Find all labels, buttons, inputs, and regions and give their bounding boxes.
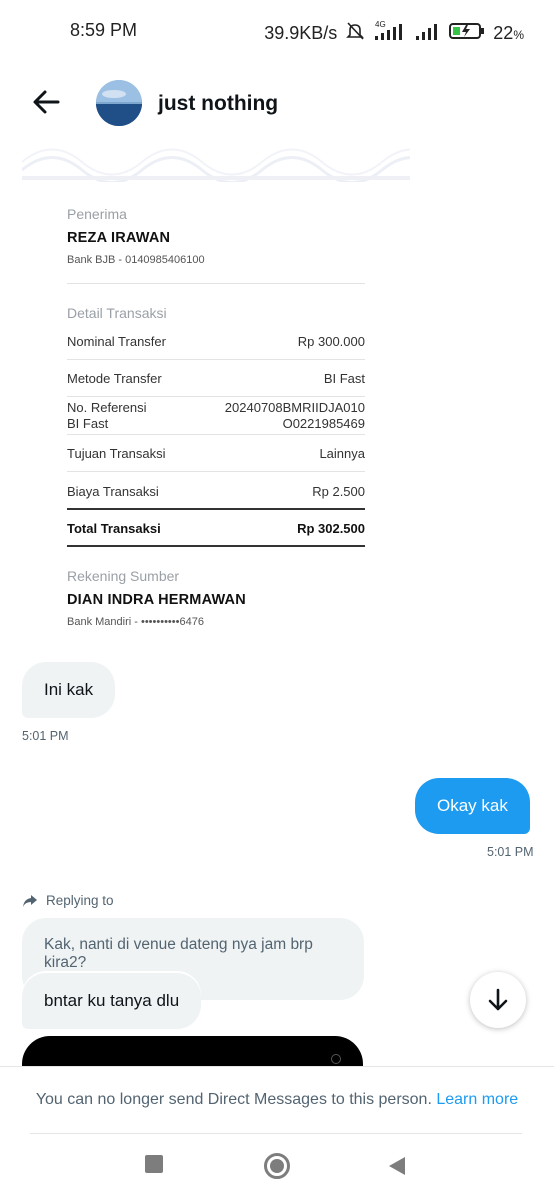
source-bank: Bank Mandiri - ••••••••••6476: [67, 616, 204, 628]
message-bubble-incoming[interactable]: Ini kak: [22, 662, 116, 718]
learn-more-link[interactable]: Learn more: [436, 1091, 518, 1108]
battery-icon: [449, 21, 485, 46]
signal-icon: 4G: [373, 20, 407, 47]
replying-to-label: Replying to: [22, 893, 114, 908]
detail-label: Detail Transaksi: [67, 305, 167, 321]
recent-apps-icon[interactable]: [145, 1155, 163, 1173]
source-name: DIAN INDRA HERMAWAN: [67, 592, 246, 608]
status-time: 8:59 PM: [70, 20, 138, 40]
conversation-header: just nothing: [0, 70, 554, 136]
back-button[interactable]: [28, 84, 64, 120]
nav-back-icon[interactable]: [389, 1157, 405, 1175]
status-indicators: 39.9KB/s 4G 22%: [264, 20, 524, 47]
receipt-image[interactable]: Penerima REZA IRAWAN Bank BJB - 01409854…: [22, 140, 410, 650]
receipt-header-pattern: [22, 140, 410, 182]
arrow-down-icon: [488, 988, 508, 1011]
divider: [67, 471, 365, 472]
message-bubble-outgoing[interactable]: Okay kak: [415, 778, 530, 834]
divider: [30, 1133, 522, 1134]
battery-level: 22%: [493, 23, 524, 43]
conversation-title[interactable]: just nothing: [158, 92, 278, 116]
mute-icon: [345, 21, 365, 46]
reply-arrow-icon: [23, 894, 37, 907]
message-text: bntar ku tanya dlu: [44, 991, 180, 1010]
divider: [67, 508, 365, 510]
status-bar: 8:59 PM 39.9KB/s 4G 22%: [0, 0, 554, 64]
signal-icon-2: [415, 21, 441, 46]
message-timestamp: 5:01 PM: [487, 845, 534, 859]
recipient-label: Penerima: [67, 206, 127, 222]
message-text: Ini kak: [44, 680, 94, 699]
divider: [67, 545, 365, 547]
back-arrow-icon: [33, 90, 60, 114]
message-text: Okay kak: [437, 796, 508, 815]
detail-row: Metode Transfer BI Fast: [67, 371, 365, 386]
divider: [67, 434, 365, 435]
divider: [67, 359, 365, 360]
net-speed: 39.9KB/s: [264, 23, 338, 43]
message-timestamp: 5:01 PM: [22, 729, 69, 743]
divider: [67, 283, 365, 284]
detail-row: Biaya Transaksi Rp 2.500: [67, 484, 365, 499]
message-bubble-incoming-reply[interactable]: bntar ku tanya dlu: [22, 973, 202, 1029]
detail-row: Nominal Transfer Rp 300.000: [67, 334, 365, 349]
home-icon[interactable]: [264, 1153, 290, 1179]
source-label: Rekening Sumber: [67, 568, 180, 584]
divider: [67, 396, 365, 397]
total-row: Total Transaksi Rp 302.500: [67, 521, 365, 536]
dm-disabled-footer: You can no longer send Direct Messages t…: [0, 1066, 554, 1200]
scroll-to-bottom-button[interactable]: [470, 972, 526, 1028]
dm-disabled-notice: You can no longer send Direct Messages t…: [35, 1091, 519, 1108]
avatar[interactable]: [96, 80, 142, 126]
media-camera-dot: [331, 1054, 341, 1064]
recipient-name: REZA IRAWAN: [67, 230, 171, 246]
recipient-bank: Bank BJB - 0140985406100: [67, 254, 205, 266]
detail-row: Tujuan Transaksi Lainnya: [67, 446, 365, 461]
detail-row: No. Referensi BI Fast 20240708BMRIIDJA010…: [67, 400, 365, 431]
network-type: 4G: [375, 20, 386, 29]
